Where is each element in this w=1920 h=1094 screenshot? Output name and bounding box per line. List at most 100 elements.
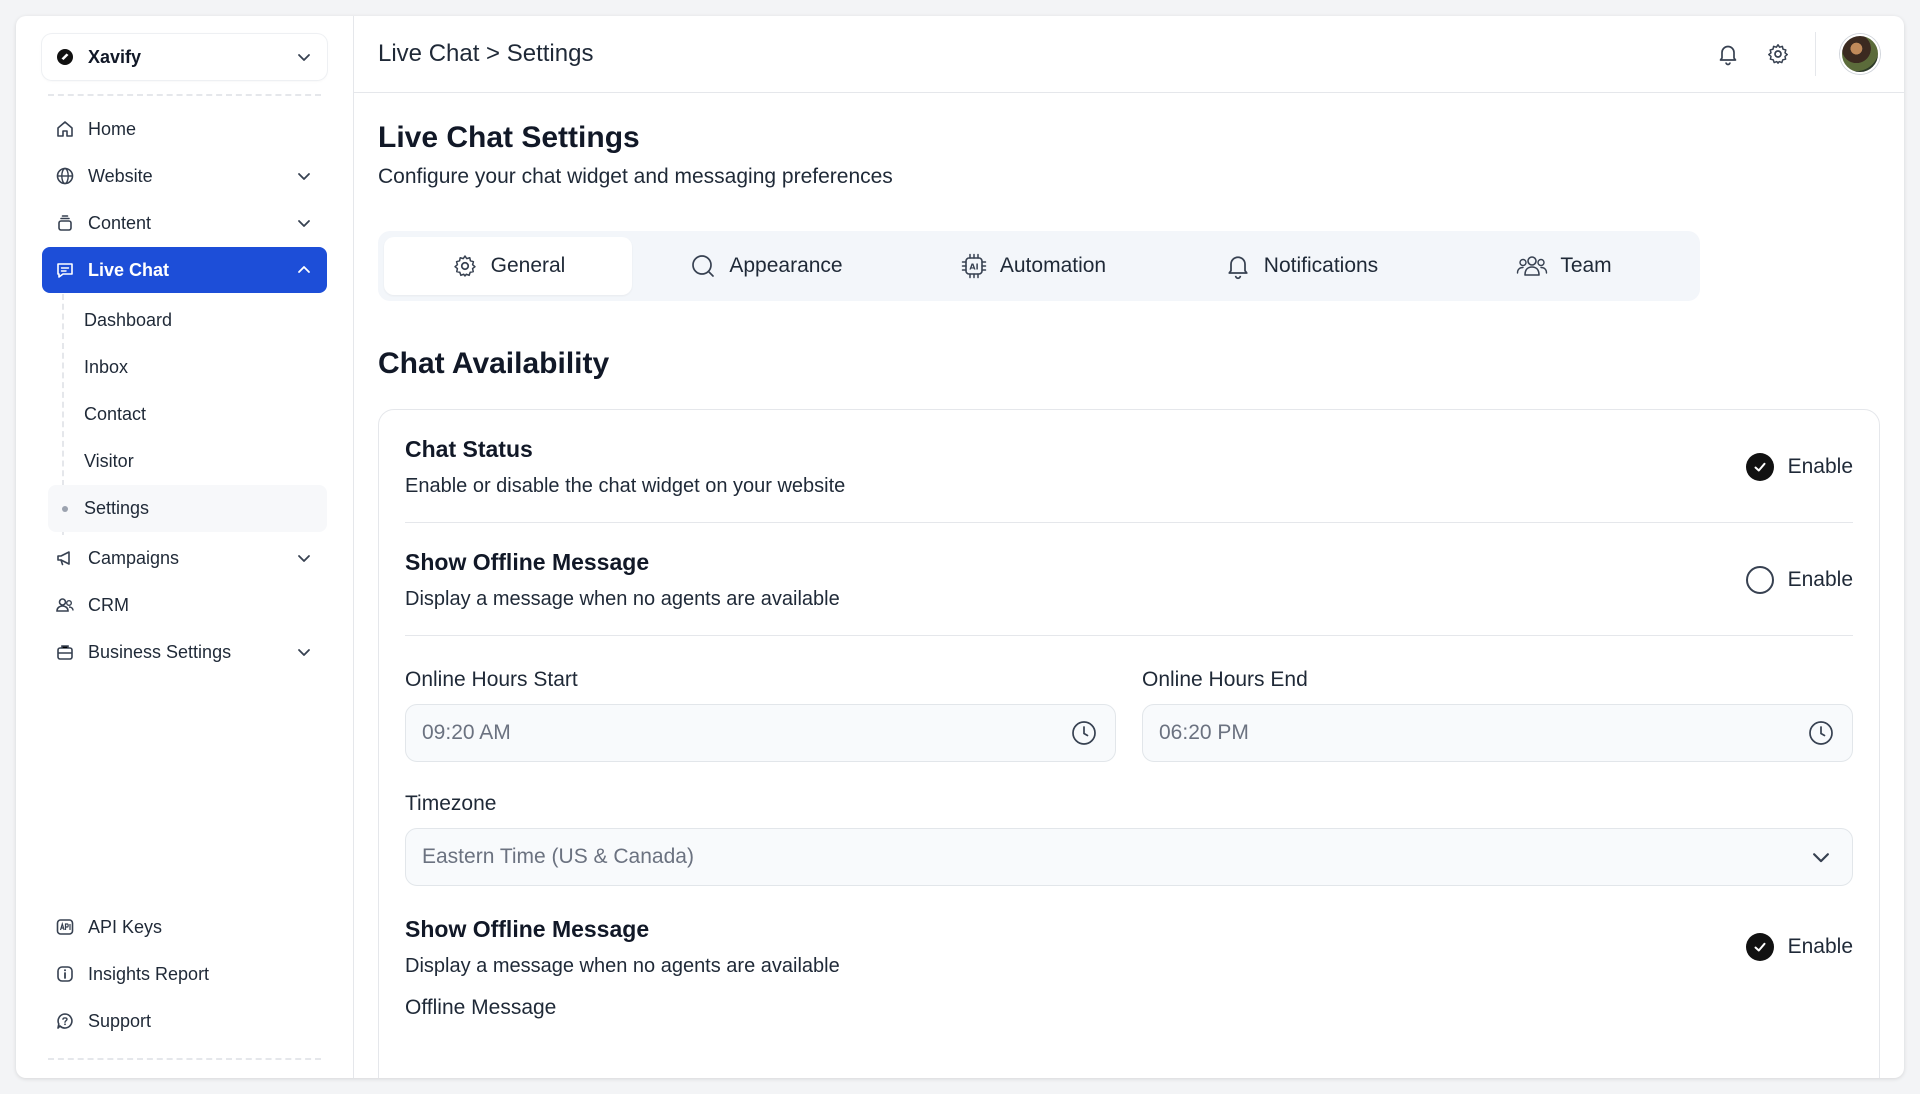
toggle-label: Enable <box>1787 455 1853 479</box>
sidebar-item-insights-report[interactable]: Insights Report <box>42 951 327 997</box>
sidebar-item-campaigns[interactable]: Campaigns <box>42 535 327 581</box>
sidebar-subitem-dashboard[interactable]: Dashboard <box>62 297 327 344</box>
tab-label: General <box>490 254 566 278</box>
workspace-name: Xavify <box>88 46 142 67</box>
chat-status-row: Chat Status Enable or disable the chat w… <box>405 410 1853 524</box>
row-title: Show Offline Message <box>405 549 650 576</box>
online-hours-start-input[interactable]: 09:20 AM <box>405 704 1116 763</box>
toggle-label: Enable <box>1787 935 1853 959</box>
ai-chip-icon: AI <box>960 252 988 280</box>
sidebar-subitem-visitor[interactable]: Visitor <box>62 438 327 485</box>
chevron-down-icon <box>293 165 315 187</box>
tab-automation[interactable]: AI Automation <box>900 237 1166 295</box>
field-label: Timezone <box>405 792 497 816</box>
sidebar-subitem-label: Dashboard <box>84 310 173 330</box>
offline-message-label: Offline Message <box>405 996 557 1020</box>
api-icon <box>54 916 76 938</box>
sidebar-item-business-settings[interactable]: Business Settings <box>42 629 327 675</box>
sidebar-nav: Home Website Content Live Chat Dashboard… <box>42 106 327 676</box>
check-circle-icon <box>1745 933 1774 962</box>
help-chat-icon <box>54 1010 76 1032</box>
input-value: 09:20 AM <box>422 721 511 745</box>
sidebar-subitem-label: Inbox <box>84 357 129 377</box>
sidebar: Xavify Home Website Content Live Chat Da… <box>16 16 354 1078</box>
chevron-up-icon <box>293 259 315 281</box>
avatar[interactable] <box>1840 34 1880 75</box>
clock-icon[interactable] <box>1069 718 1099 748</box>
sidebar-subitem-contact[interactable]: Contact <box>62 391 327 438</box>
online-hours-fields: Online Hours Start 09:20 AM Online Hours… <box>405 636 1853 763</box>
row-description: Display a message when no agents are ava… <box>405 955 840 978</box>
tab-general[interactable]: General <box>384 237 632 296</box>
tab-label: Notifications <box>1263 254 1379 278</box>
sidebar-item-label: CRM <box>88 594 129 615</box>
chat-icon <box>54 259 76 281</box>
sidebar-item-website[interactable]: Website <box>42 153 327 199</box>
tab-notifications[interactable]: Notifications <box>1166 237 1436 295</box>
divider <box>1815 32 1816 77</box>
svg-text:AI: AI <box>969 263 978 272</box>
tab-label: Appearance <box>729 254 843 278</box>
live-chat-subnav: Dashboard Inbox Contact Visitor Settings <box>48 294 327 535</box>
divider <box>48 1058 321 1060</box>
bell-icon[interactable] <box>1715 41 1741 67</box>
sidebar-item-label: API Keys <box>88 916 163 937</box>
sidebar-item-support[interactable]: Support <box>42 998 327 1044</box>
clock-icon[interactable] <box>1806 718 1836 748</box>
sidebar-item-crm[interactable]: CRM <box>42 582 327 628</box>
row-description: Enable or disable the chat widget on you… <box>405 475 846 498</box>
sidebar-item-label: Campaigns <box>88 547 180 568</box>
workspace-logo-icon <box>54 46 76 68</box>
chevron-down-icon <box>1806 842 1836 872</box>
select-value: Eastern Time (US & Canada) <box>422 845 694 869</box>
breadcrumb: Live Chat > Settings <box>378 40 594 68</box>
tab-appearance[interactable]: Appearance <box>632 237 900 295</box>
sidebar-item-label: Live Chat <box>88 259 170 280</box>
sidebar-item-live-chat[interactable]: Live Chat <box>42 247 327 293</box>
online-hours-end-input[interactable]: 06:20 PM <box>1142 704 1853 763</box>
page-subtitle: Configure your chat widget and messaging… <box>378 165 893 189</box>
workspace-switcher[interactable]: Xavify <box>42 34 327 80</box>
sidebar-subitem-settings[interactable]: Settings <box>48 485 327 532</box>
offline-message-row: Show Offline Message Display a message w… <box>405 523 1853 637</box>
row-description: Display a message when no agents are ava… <box>405 588 840 611</box>
offline-message-toggle[interactable]: Enable <box>1745 566 1853 595</box>
chevron-down-icon <box>293 212 315 234</box>
sidebar-item-home[interactable]: Home <box>42 106 327 152</box>
tab-label: Automation <box>999 254 1107 278</box>
sidebar-item-label: Business Settings <box>88 641 232 662</box>
chevron-down-icon <box>293 641 315 663</box>
sidebar-item-content[interactable]: Content <box>42 200 327 246</box>
input-value: 06:20 PM <box>1159 721 1249 745</box>
timezone-select[interactable]: Eastern Time (US & Canada) <box>405 828 1853 887</box>
sidebar-item-label: Support <box>88 1010 152 1031</box>
sidebar-subitem-inbox[interactable]: Inbox <box>62 344 327 391</box>
row-title: Chat Status <box>405 436 533 463</box>
megaphone-icon <box>54 547 76 569</box>
online-hours-start-field: Online Hours Start 09:20 AM <box>405 668 1116 763</box>
divider <box>48 94 321 96</box>
users-icon <box>54 594 76 616</box>
home-icon <box>54 118 76 140</box>
content-stack-icon <box>54 212 76 234</box>
sidebar-item-api-keys[interactable]: API Keys <box>42 904 327 950</box>
gear-icon <box>451 252 479 280</box>
settings-tabs: General Appearance AI Automation Notific… <box>378 231 1700 302</box>
info-icon <box>54 963 76 985</box>
offline-message-2-toggle[interactable]: Enable <box>1745 933 1853 962</box>
sidebar-bottom: API Keys Insights Report Support <box>42 904 327 1078</box>
topbar-actions <box>1715 32 1880 77</box>
chat-status-toggle[interactable]: Enable <box>1745 453 1853 482</box>
briefcase-icon <box>54 641 76 663</box>
gear-icon[interactable] <box>1765 41 1791 67</box>
chat-availability-card: Chat Status Enable or disable the chat w… <box>378 409 1880 1078</box>
online-hours-end-field: Online Hours End 06:20 PM <box>1142 668 1853 763</box>
sidebar-subitem-label: Visitor <box>84 451 134 471</box>
sidebar-item-label: Insights Report <box>88 963 210 984</box>
main-area: Live Chat > Settings Live Chat Settings … <box>354 16 1904 1078</box>
sidebar-subitem-label: Contact <box>84 404 147 424</box>
field-label: Online Hours End <box>1142 668 1308 692</box>
tab-team[interactable]: Team <box>1436 237 1692 295</box>
row-title: Show Offline Message <box>405 916 650 943</box>
chevron-down-icon <box>293 547 315 569</box>
